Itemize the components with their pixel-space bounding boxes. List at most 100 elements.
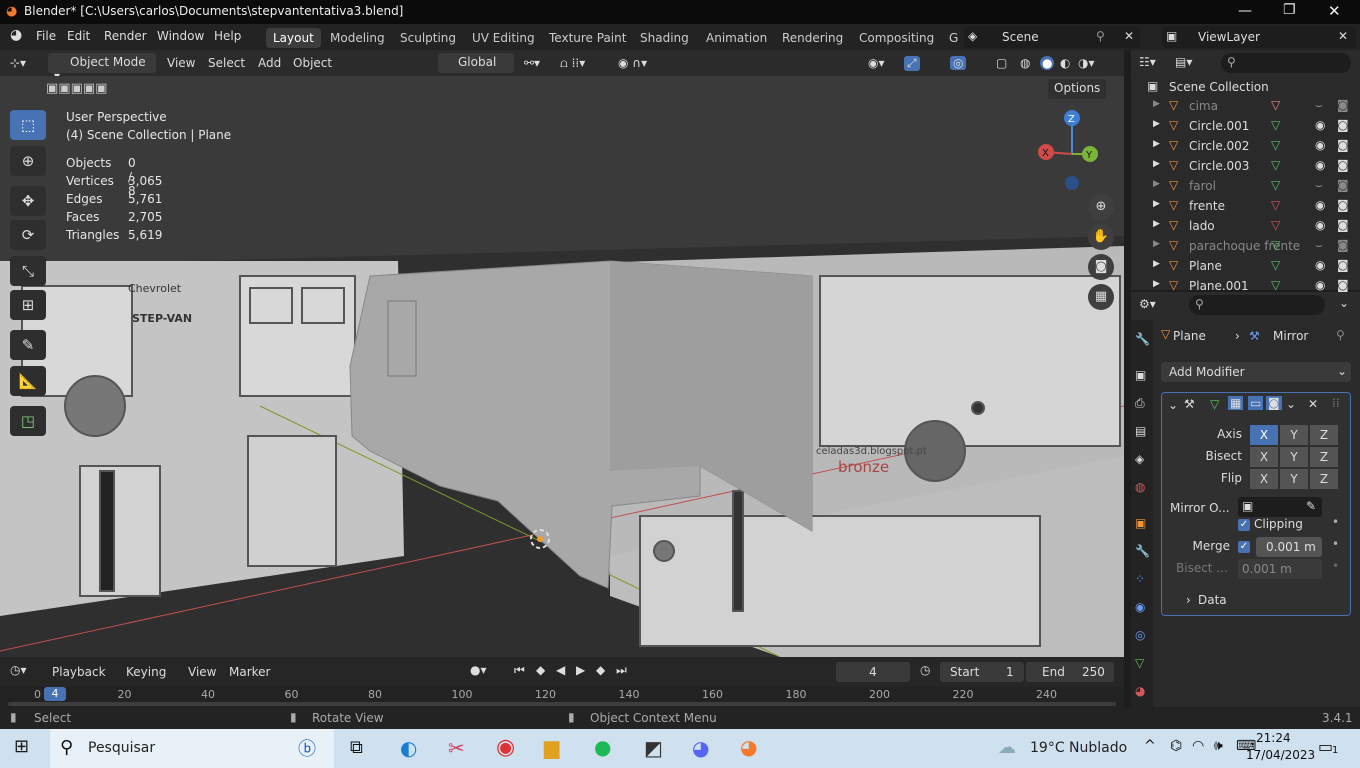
snap-icon[interactable]: ⩍ ⁞⁞▾: [560, 56, 585, 71]
pin-icon[interactable]: ⚲: [1336, 328, 1345, 342]
zoom-icon[interactable]: ⊕: [1088, 194, 1114, 220]
tray-chevron-icon[interactable]: ^: [1144, 738, 1156, 754]
outliner-search-input[interactable]: ⚲: [1221, 53, 1351, 73]
camera-view-icon[interactable]: ◙: [1088, 254, 1114, 280]
xray-icon[interactable]: ▢: [996, 56, 1007, 70]
bisect-distance-field[interactable]: 0.001 m: [1238, 559, 1322, 579]
tab-shading[interactable]: Shading: [633, 28, 696, 48]
camera-icon[interactable]: ◙: [1337, 258, 1349, 272]
bisect-x-toggle[interactable]: X: [1250, 447, 1278, 467]
properties-search-input[interactable]: ⚲: [1189, 295, 1325, 315]
outliner-editor-icon[interactable]: ☷▾: [1139, 55, 1156, 69]
camera-icon[interactable]: ◙: [1337, 278, 1349, 292]
outliner-item[interactable]: ▶ ▽ Circle.001 ▽ ◉ ◙: [1131, 116, 1360, 136]
timeline-playback-menu[interactable]: Playback: [52, 665, 106, 679]
camera-icon[interactable]: ◙: [1337, 158, 1349, 172]
viewlayer-selector[interactable]: ▣ ViewLayer ✕: [1162, 26, 1356, 48]
mirror-object-field[interactable]: ▣ ✎: [1238, 497, 1322, 517]
current-frame-field[interactable]: 4: [836, 662, 910, 682]
clock-time[interactable]: 21:24: [1256, 731, 1291, 745]
tab-uv-editing[interactable]: UV Editing: [465, 28, 542, 48]
menu-help[interactable]: Help: [214, 29, 241, 43]
shading-solid-icon[interactable]: ●: [1040, 56, 1055, 70]
menu-view[interactable]: View: [167, 56, 195, 70]
edit-mode-toggle-icon[interactable]: ▽: [1210, 397, 1219, 411]
render-toggle-icon[interactable]: ◙: [1266, 396, 1282, 410]
timeline-keying-menu[interactable]: Keying: [126, 665, 166, 679]
eye-icon[interactable]: ◉: [1315, 138, 1325, 152]
ortho-grid-icon[interactable]: ▦: [1088, 284, 1114, 310]
expand-icon[interactable]: ▶: [1153, 99, 1160, 109]
next-keyframe-icon[interactable]: ◆: [596, 663, 605, 677]
mode-dropdown[interactable]: Object Mode ▾: [48, 53, 156, 83]
camera-icon[interactable]: ◙: [1337, 98, 1349, 112]
cage-toggle-icon[interactable]: ▦: [1228, 396, 1244, 410]
tab-texture-paint[interactable]: Texture Paint: [542, 28, 633, 48]
editor-type-icon[interactable]: ⊹▾: [10, 56, 26, 70]
shading-material-icon[interactable]: ◐: [1060, 56, 1070, 70]
tab-rendering[interactable]: Rendering: [775, 28, 850, 48]
camera-icon[interactable]: ◙: [1337, 138, 1349, 152]
annotate-tool-icon[interactable]: ✎: [10, 330, 46, 360]
blender-menu-icon[interactable]: ◕: [10, 27, 22, 43]
scene-selector[interactable]: ◈ Scene ⚲ ✕: [964, 26, 1140, 48]
camera-icon[interactable]: ◙: [1337, 218, 1349, 232]
menu-select[interactable]: Select: [208, 56, 245, 70]
add-cube-tool-icon[interactable]: ◳: [10, 406, 46, 436]
drag-handle-icon[interactable]: ⁞⁞: [1332, 396, 1340, 410]
eye-icon[interactable]: ⌣: [1315, 98, 1323, 113]
file-explorer-icon[interactable]: ▆: [544, 735, 559, 759]
expand-icon[interactable]: ▶: [1153, 139, 1160, 149]
expand-icon[interactable]: ▶: [1153, 199, 1160, 209]
eye-icon[interactable]: ◉: [1315, 158, 1325, 172]
prev-keyframe-icon[interactable]: ◆: [536, 663, 545, 677]
outliner-item[interactable]: ▶ ▽ lado ▽ ◉ ◙: [1131, 216, 1360, 236]
chrome-icon[interactable]: ◉: [496, 735, 515, 760]
select-mode-buttons[interactable]: ▣▣▣▣▣: [46, 81, 107, 96]
outliner-item[interactable]: ▶ ▽ frente ▽ ◉ ◙: [1131, 196, 1360, 216]
notification-icon[interactable]: ▭: [1318, 737, 1333, 756]
expand-icon[interactable]: ▶: [1153, 239, 1160, 249]
network-icon[interactable]: ⌬: [1170, 738, 1182, 754]
output-tab-icon[interactable]: ⎙: [1135, 396, 1145, 411]
viewlayer-close-icon[interactable]: ✕: [1338, 29, 1348, 43]
add-modifier-dropdown[interactable]: Add Modifier ⌄: [1161, 362, 1351, 382]
data-subpanel-label[interactable]: Data: [1198, 593, 1227, 607]
tool-tab-icon[interactable]: 🔧: [1135, 332, 1150, 346]
outliner-item[interactable]: ▶ ▽ cima ▽ ⌣ ◙: [1131, 96, 1360, 116]
timeline-editor-icon[interactable]: ◷▾: [10, 663, 27, 677]
bisect-z-toggle[interactable]: Z: [1310, 447, 1338, 467]
tab-compositing[interactable]: Compositing: [852, 28, 941, 48]
tab-modeling[interactable]: Modeling: [323, 28, 392, 48]
tab-animation[interactable]: Animation: [699, 28, 774, 48]
outliner-item[interactable]: ▶ ▽ Circle.002 ▽ ◉ ◙: [1131, 136, 1360, 156]
play-icon[interactable]: ▶: [576, 663, 585, 677]
snipping-tool-icon[interactable]: ✂: [448, 736, 465, 760]
jump-start-icon[interactable]: ⏮: [514, 663, 525, 678]
view-layer-tab-icon[interactable]: ▤: [1135, 424, 1146, 438]
start-frame-field[interactable]: Start 1: [940, 662, 1024, 682]
select-box-tool-icon[interactable]: ⬚: [10, 110, 46, 140]
camera-icon[interactable]: ◙: [1337, 238, 1349, 252]
wifi-icon[interactable]: ◠: [1192, 738, 1204, 754]
remove-modifier-icon[interactable]: ✕: [1308, 397, 1318, 411]
outliner-item[interactable]: ▶ ▽ farol ▽ ⌣ ◙: [1131, 176, 1360, 196]
merge-keyframe-dot[interactable]: •: [1332, 537, 1339, 551]
collapse-icon[interactable]: ⌄: [1168, 398, 1178, 412]
camera-icon[interactable]: ◙: [1337, 198, 1349, 212]
menu-add[interactable]: Add: [258, 56, 281, 70]
clipping-keyframe-dot[interactable]: •: [1332, 515, 1339, 529]
3d-viewport[interactable]: Chevrolet STEP-VAN celadas3d.blogspot.pt…: [0, 76, 1124, 657]
material-tab-icon[interactable]: ◕: [1135, 684, 1145, 698]
timeline-view-menu[interactable]: View: [188, 665, 216, 679]
modifier-menu-icon[interactable]: ⌄: [1286, 397, 1296, 411]
eye-icon[interactable]: ◉: [1315, 278, 1325, 292]
transform-tool-icon[interactable]: ⊞: [10, 290, 46, 320]
weather-text[interactable]: 19°C Nublado: [1030, 740, 1127, 756]
minimize-icon[interactable]: —: [1238, 3, 1252, 19]
bisect-keyframe-dot[interactable]: •: [1332, 559, 1339, 573]
playhead[interactable]: 4: [44, 687, 66, 701]
overlay-toggle-icon[interactable]: ◎: [950, 56, 967, 70]
outliner-item[interactable]: ▶ ▽ Circle.003 ▽ ◉ ◙: [1131, 156, 1360, 176]
record-icon[interactable]: ●▾: [470, 663, 487, 677]
